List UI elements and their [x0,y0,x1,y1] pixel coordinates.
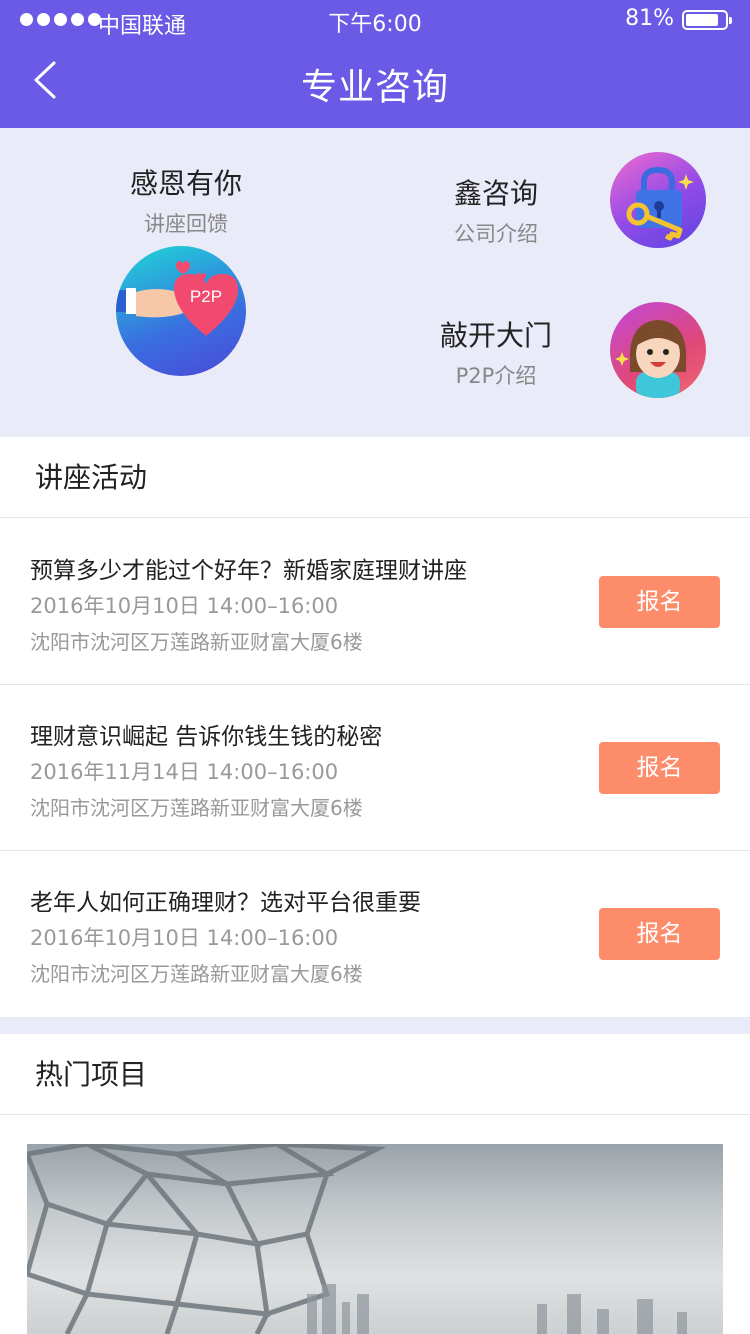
battery-percent: 81% [625,6,674,31]
lecture-title: 预算多少才能过个好年？新婚家庭理财讲座 [30,558,467,584]
signup-button[interactable]: 报名 [599,908,720,960]
list-item[interactable]: 预算多少才能过个好年？新婚家庭理财讲座 2016年10月10日 14:00–16… [0,519,750,685]
section-title: 热门项目 [0,1034,750,1115]
lecture-address: 沈阳市沈河区万莲路新亚财富大厦6楼 [30,630,363,654]
tile-subtitle: 讲座回馈 [144,212,228,236]
tile-title: 鑫咨询 [453,177,538,210]
hot-project-banner[interactable] [27,1144,723,1334]
heart-hand-icon: P2P [116,246,246,376]
tile-p2p-intro[interactable]: 敲开大门 P2P介绍 [378,278,750,412]
tile-company-intro[interactable]: 鑫咨询 公司介绍 [378,136,750,272]
lecture-address: 沈阳市沈河区万莲路新亚财富大厦6楼 [30,962,363,986]
battery-icon [682,10,732,30]
page-title: 专业咨询 [300,67,449,108]
hot-projects-section: 热门项目 [0,1034,750,1334]
status-bar: 中国联通 下午6:00 81% [0,0,750,40]
section-title: 讲座活动 [0,437,750,518]
list-item[interactable]: 老年人如何正确理财？选对平台很重要 2016年10月10日 14:00–16:0… [0,851,750,1017]
lecture-section: 讲座活动 预算多少才能过个好年？新婚家庭理财讲座 2016年10月10日 14:… [0,437,750,1017]
tile-title: 感恩有你 [129,167,242,200]
list-item[interactable]: 理财意识崛起 告诉你钱生钱的秘密 2016年11月14日 14:00–16:00… [0,685,750,851]
lecture-date: 2016年10月10日 14:00–16:00 [30,926,339,950]
tile-subtitle: 公司介绍 [454,222,538,246]
p2p-badge-text: P2P [190,287,222,306]
architecture-image [27,1144,687,1334]
tile-title: 敲开大门 [439,319,552,352]
tile-subtitle: P2P介绍 [455,364,537,388]
signup-button[interactable]: 报名 [599,742,720,794]
lecture-address: 沈阳市沈河区万莲路新亚财富大厦6楼 [30,796,363,820]
lecture-date: 2016年10月10日 14:00–16:00 [30,594,339,618]
lecture-date: 2016年11月14日 14:00–16:00 [30,760,339,784]
lock-key-icon [610,152,706,248]
tile-lecture-feedback[interactable]: 感恩有你 讲座回馈 P2P [0,136,372,412]
lecture-title: 老年人如何正确理财？选对平台很重要 [30,890,421,916]
signup-button[interactable]: 报名 [599,576,720,628]
girl-avatar-icon [610,302,706,398]
header: 中国联通 下午6:00 81% 专业咨询 [0,0,750,128]
lecture-title: 理财意识崛起 告诉你钱生钱的秘密 [30,724,383,750]
